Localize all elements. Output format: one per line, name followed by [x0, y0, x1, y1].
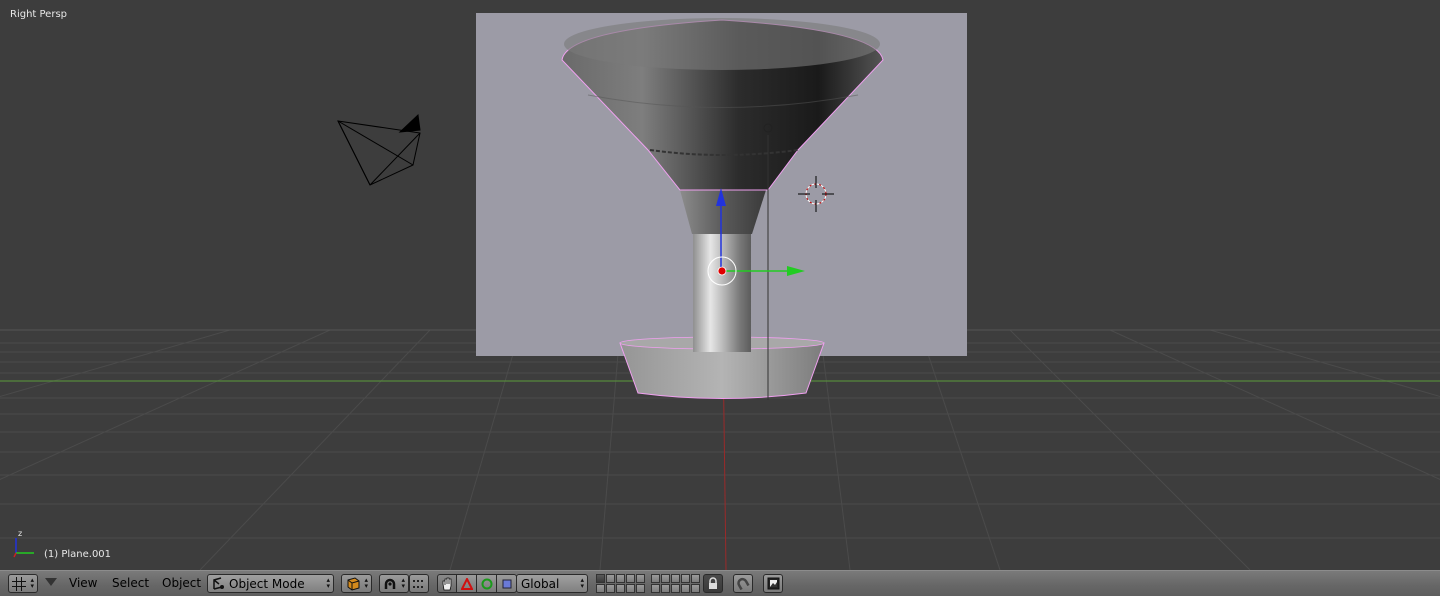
layer-button[interactable]	[691, 584, 700, 593]
3d-view-header: ▴ ▾ View Select Object Object Mode ▴ ▾ ▴ ▾ …	[0, 570, 1440, 596]
updown-arrows-icon: ▴ ▾	[30, 576, 34, 590]
translate-toggle[interactable]	[457, 574, 477, 593]
pivot-button[interactable]: ▴ ▾	[379, 574, 409, 593]
camera-object	[337, 113, 421, 186]
layer-button[interactable]	[636, 574, 645, 583]
grid-icon	[12, 576, 26, 591]
layer-button[interactable]	[636, 584, 645, 593]
layer-button[interactable]	[606, 584, 615, 593]
layers-group-2[interactable]	[651, 574, 700, 593]
manipulator-toggle[interactable]	[437, 574, 457, 593]
layer-button[interactable]	[681, 574, 690, 583]
snap-button[interactable]	[733, 574, 753, 593]
layer-button[interactable]	[671, 584, 680, 593]
lock-layers-button[interactable]	[703, 574, 723, 593]
dotted-grid-icon	[413, 579, 423, 588]
viewport-scene[interactable]	[0, 0, 1440, 570]
layer-button[interactable]	[661, 574, 670, 583]
axis-widget	[13, 538, 34, 558]
object-mode-icon	[213, 577, 224, 590]
view-label: Right Persp	[10, 9, 68, 20]
scale-icon	[502, 579, 511, 588]
layer-button[interactable]	[616, 584, 625, 593]
mode-select-value: Object Mode	[229, 576, 305, 591]
rotate-icon	[481, 578, 492, 589]
layer-button[interactable]	[661, 584, 670, 593]
mode-select[interactable]: Object Mode ▴ ▾	[207, 574, 334, 593]
3d-viewport[interactable]: Right Persp z (1) Plane.001	[0, 0, 1440, 570]
layer-button[interactable]	[671, 574, 680, 583]
orientation-value: Global	[521, 576, 560, 591]
snap-elements-button[interactable]	[409, 574, 429, 593]
menu-object[interactable]: Object	[162, 576, 201, 590]
layer-button[interactable]	[681, 584, 690, 593]
translate-icon	[460, 577, 473, 590]
layer-button[interactable]	[626, 584, 635, 593]
layer-button[interactable]	[691, 574, 700, 583]
lock-icon	[709, 577, 717, 589]
updown-arrows-icon: ▴ ▾	[580, 576, 584, 590]
pivot-icon	[384, 578, 396, 589]
layer-button[interactable]	[596, 584, 605, 593]
updown-arrows-icon: ▴ ▾	[364, 576, 368, 590]
snap-icon	[737, 577, 750, 590]
layer-button[interactable]	[651, 574, 660, 583]
triangle-down-icon[interactable]	[45, 578, 57, 586]
layer-button[interactable]	[596, 574, 605, 583]
object-info: (1) Plane.001	[44, 549, 112, 560]
rotate-toggle[interactable]	[477, 574, 497, 593]
layers-group-1[interactable]	[596, 574, 645, 593]
hand-manipulator-icon	[442, 577, 452, 590]
stem-mesh	[693, 232, 751, 352]
layer-button[interactable]	[616, 574, 625, 583]
axis-z-label: z	[18, 529, 23, 538]
updown-arrows-icon: ▴ ▾	[326, 576, 330, 590]
solid-shading-icon	[347, 576, 360, 591]
menu-view[interactable]: View	[69, 576, 97, 590]
render-button[interactable]	[763, 574, 783, 593]
layer-button[interactable]	[651, 584, 660, 593]
transform-orientation-select[interactable]: Global ▴ ▾	[516, 574, 588, 593]
render-icon	[767, 577, 779, 590]
layer-button[interactable]	[626, 574, 635, 583]
editor-type-button[interactable]: ▴ ▾	[8, 574, 38, 593]
layer-button[interactable]	[606, 574, 615, 583]
scale-toggle[interactable]	[497, 574, 517, 593]
menu-select[interactable]: Select	[112, 576, 149, 590]
updown-arrows-icon: ▴ ▾	[401, 576, 405, 590]
viewport-shading-button[interactable]: ▴ ▾	[341, 574, 372, 593]
manipulator-group	[437, 574, 517, 593]
